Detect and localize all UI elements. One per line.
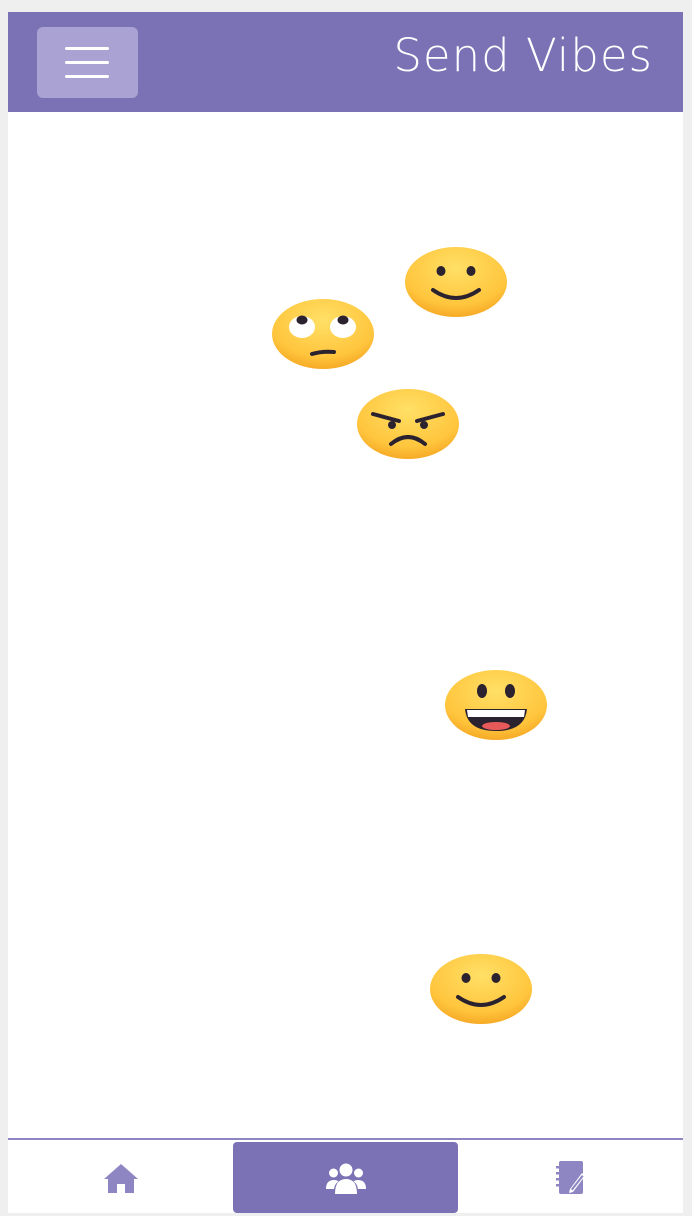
users-icon — [325, 1163, 366, 1194]
nav-friends-button[interactable] — [233, 1142, 458, 1213]
angry-face-emoji[interactable] — [357, 388, 459, 460]
nav-home-button[interactable] — [8, 1142, 233, 1213]
grinning-face-emoji[interactable] — [445, 669, 547, 741]
page-title: Send Vibes — [393, 29, 653, 82]
nav-journal-button[interactable] — [458, 1142, 683, 1213]
slightly-smiling-face-emoji[interactable] — [430, 953, 532, 1025]
bottom-nav — [8, 1138, 683, 1213]
notebook-edit-icon — [555, 1160, 585, 1194]
rolling-eyes-face-emoji[interactable] — [272, 298, 374, 370]
menu-button[interactable] — [37, 27, 138, 98]
app-screen: Send Vibes — [8, 12, 683, 1213]
slightly-smiling-face-emoji[interactable] — [405, 246, 507, 318]
home-icon — [103, 1163, 138, 1193]
app-header: Send Vibes — [8, 12, 683, 112]
vibes-area — [8, 112, 683, 1138]
